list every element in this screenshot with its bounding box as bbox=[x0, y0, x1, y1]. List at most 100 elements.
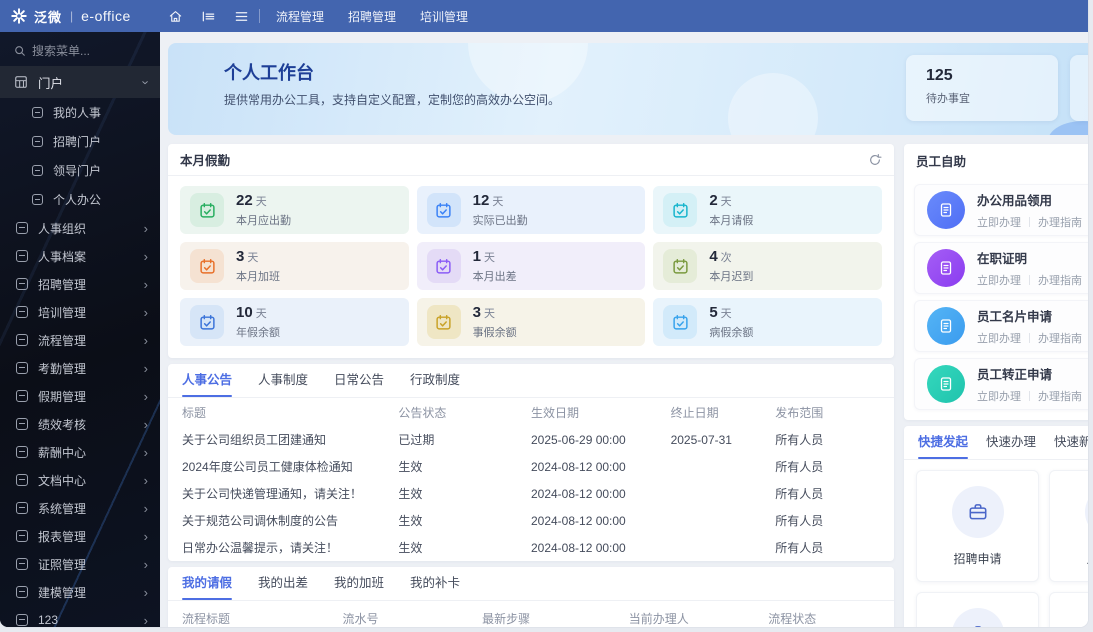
chevron-right-icon: › bbox=[143, 472, 148, 488]
sidebar-sub-item-label: 领导门户 bbox=[53, 164, 102, 178]
self-service-card-title: 办公用品领用 bbox=[977, 194, 1053, 208]
announcement-row[interactable]: 日常办公温馨提示，请关注！ 生效 2024-08-12 00:00 所有人员 bbox=[168, 534, 894, 561]
self-service-icon bbox=[927, 307, 965, 345]
attendance-stat-card[interactable]: 2天 本月请假 bbox=[653, 186, 882, 234]
sidebar-item[interactable]: 薪酬中心 › bbox=[0, 438, 160, 466]
module-icon bbox=[16, 474, 28, 486]
announcement-tab[interactable]: 行政制度 bbox=[410, 369, 460, 397]
sidebar-item[interactable]: 假期管理 › bbox=[0, 382, 160, 410]
menu-icon[interactable] bbox=[234, 9, 249, 24]
sidebar-item[interactable]: 系统管理 › bbox=[0, 494, 160, 522]
sidebar-sub-item[interactable]: 个人办公 bbox=[0, 185, 160, 214]
sidebar-search[interactable] bbox=[0, 32, 160, 66]
quick-launch-card[interactable]: 收入证明 bbox=[1049, 592, 1088, 627]
topbar-menu-item[interactable]: 招聘管理 bbox=[348, 8, 396, 25]
announcement-title[interactable]: 关于公司快递管理通知，请关注！ bbox=[182, 485, 398, 502]
module-icon bbox=[16, 530, 28, 542]
sidebar-item[interactable]: 招聘管理 › bbox=[0, 270, 160, 298]
attendance-stat-card[interactable]: 10 天 年假余额 bbox=[180, 298, 409, 346]
my-flows-tab[interactable]: 我的补卡 bbox=[410, 572, 460, 600]
module-icon bbox=[16, 278, 28, 290]
announcement-scope: 所有人员 bbox=[775, 460, 824, 474]
quick-launch-tab[interactable]: 快捷发起 bbox=[918, 431, 969, 459]
sidebar-item[interactable]: 人事组织 › bbox=[0, 214, 160, 242]
todo-stat-card[interactable]: 125 待办事宜 bbox=[906, 55, 1058, 121]
announcement-title[interactable]: 2024年度公司员工健康体检通知 bbox=[182, 458, 398, 475]
sidebar-sub-item-label: 个人办公 bbox=[53, 193, 102, 207]
guide-link[interactable]: 办理指南 bbox=[1038, 388, 1082, 404]
attendance-stat-card[interactable]: 5天 病假余额 bbox=[653, 298, 882, 346]
announcement-row[interactable]: 关于公司快递管理通知，请关注！ 生效 2024-08-12 00:00 所有人员 bbox=[168, 480, 894, 507]
sidebar-item[interactable]: 文档中心 › bbox=[0, 466, 160, 494]
attendance-stat-card[interactable]: 4次 本月迟到 bbox=[653, 242, 882, 290]
handle-now-link[interactable]: 立即办理 bbox=[977, 330, 1021, 346]
quick-launch-card[interactable]: 招聘申请 bbox=[916, 470, 1039, 582]
attendance-stat-card[interactable]: 22 天 本月应出勤 bbox=[180, 186, 409, 234]
handle-now-link[interactable]: 立即办理 bbox=[977, 388, 1021, 404]
announcement-title[interactable]: 关于公司组织员工团建通知 bbox=[182, 431, 398, 448]
announcement-tab[interactable]: 人事制度 bbox=[258, 369, 308, 397]
announcement-title[interactable]: 日常办公温馨提示，请关注！ bbox=[182, 539, 398, 556]
self-service-card[interactable]: 在职证明 立即办理 办理指南 bbox=[914, 242, 1088, 294]
attendance-label: 本月请假 bbox=[709, 215, 754, 227]
announcement-tabs: 人事公告 人事制度 日常公告 行政制度 bbox=[168, 364, 894, 398]
attendance-stat-card[interactable]: 3天 事假余额 bbox=[416, 298, 646, 346]
quick-launch-card[interactable]: 在职证明 bbox=[916, 592, 1039, 627]
guide-link[interactable]: 办理指南 bbox=[1038, 272, 1082, 288]
handle-now-link[interactable]: 立即办理 bbox=[977, 272, 1021, 288]
sidebar-item[interactable]: 绩效考核 › bbox=[0, 410, 160, 438]
column-header: 生效日期 bbox=[530, 405, 579, 420]
announcement-row[interactable]: 关于公司组织员工团建通知 已过期 2025-06-29 00:00 2025-0… bbox=[168, 426, 894, 453]
flows-table-header: 流程标题 流水号 最新步骤 当前办理人 流程状态 bbox=[168, 601, 894, 627]
attendance-stat-card[interactable]: 12 天 实际已出勤 bbox=[416, 186, 646, 234]
search-input[interactable] bbox=[32, 44, 142, 58]
my-flows-tab[interactable]: 我的加班 bbox=[334, 572, 384, 600]
handle-now-link[interactable]: 立即办理 bbox=[977, 214, 1021, 230]
sidebar-item-label: 考勤管理 bbox=[38, 361, 87, 376]
collapse-sidebar-icon[interactable] bbox=[201, 9, 216, 24]
self-service-card[interactable]: 员工名片申请 立即办理 办理指南 bbox=[914, 300, 1088, 352]
chevron-right-icon: › bbox=[143, 528, 148, 544]
guide-link[interactable]: 办理指南 bbox=[1038, 214, 1082, 230]
sidebar-item[interactable]: 报表管理 › bbox=[0, 522, 160, 550]
self-service-card[interactable]: 办公用品领用 立即办理 办理指南 bbox=[914, 184, 1088, 236]
sidebar-item[interactable]: 123 › bbox=[0, 606, 160, 627]
quick-launch-tab[interactable]: 快速办理 bbox=[986, 431, 1036, 459]
attendance-card-icon bbox=[426, 193, 461, 227]
sidebar-item-label: 建模管理 bbox=[38, 585, 87, 600]
quick-launch-tab[interactable]: 快速新建 bbox=[1054, 431, 1088, 459]
column-header: 流程状态 bbox=[768, 611, 817, 626]
sidebar-item[interactable]: 流程管理 › bbox=[0, 326, 160, 354]
contract-stat-card[interactable]: 3 我的合同 bbox=[1070, 55, 1088, 121]
announcement-row[interactable]: 2024年度公司员工健康体检通知 生效 2024-08-12 00:00 所有人… bbox=[168, 453, 894, 480]
module-icon bbox=[16, 250, 28, 262]
self-service-card[interactable]: 员工转正申请 立即办理 办理指南 bbox=[914, 358, 1088, 410]
announcement-status: 已过期 bbox=[398, 433, 435, 447]
announcement-title[interactable]: 关于规范公司调休制度的公告 bbox=[182, 512, 398, 529]
sidebar-sub-item[interactable]: 我的人事 bbox=[0, 98, 160, 127]
announcement-tab[interactable]: 人事公告 bbox=[182, 369, 233, 397]
sidebar-item[interactable]: 培训管理 › bbox=[0, 298, 160, 326]
topbar-menu-item[interactable]: 流程管理 bbox=[276, 8, 324, 25]
attendance-stat-card[interactable]: 1天 本月出差 bbox=[416, 242, 646, 290]
quick-launch-card[interactable]: 入职申请 bbox=[1049, 470, 1088, 582]
announcement-tab[interactable]: 日常公告 bbox=[334, 369, 384, 397]
my-flows-tab[interactable]: 我的请假 bbox=[182, 572, 233, 600]
sidebar-sub-item[interactable]: 招聘门户 bbox=[0, 127, 160, 156]
sidebar-sub-item[interactable]: 领导门户 bbox=[0, 156, 160, 185]
guide-link[interactable]: 办理指南 bbox=[1038, 330, 1082, 346]
app-window: 泛微 | e-office 流程管理 招聘管理 培训管理 搜索菜单... 门户 … bbox=[0, 0, 1088, 627]
topbar-menu-item[interactable]: 培训管理 bbox=[420, 8, 468, 25]
home-icon[interactable] bbox=[168, 9, 183, 24]
sidebar-item[interactable]: 考勤管理 › bbox=[0, 354, 160, 382]
sidebar-item[interactable]: 人事档案 › bbox=[0, 242, 160, 270]
sidebar-item[interactable]: 证照管理 › bbox=[0, 550, 160, 578]
attendance-label: 年假余额 bbox=[236, 327, 280, 339]
module-icon bbox=[16, 362, 28, 374]
refresh-icon[interactable] bbox=[868, 153, 882, 167]
sidebar-item-portal[interactable]: 门户 › bbox=[0, 66, 160, 98]
my-flows-tab[interactable]: 我的出差 bbox=[258, 572, 308, 600]
sidebar-item[interactable]: 建模管理 › bbox=[0, 578, 160, 606]
attendance-stat-card[interactable]: 3天 本月加班 bbox=[180, 242, 409, 290]
announcement-row[interactable]: 关于规范公司调休制度的公告 生效 2024-08-12 00:00 所有人员 bbox=[168, 507, 894, 534]
